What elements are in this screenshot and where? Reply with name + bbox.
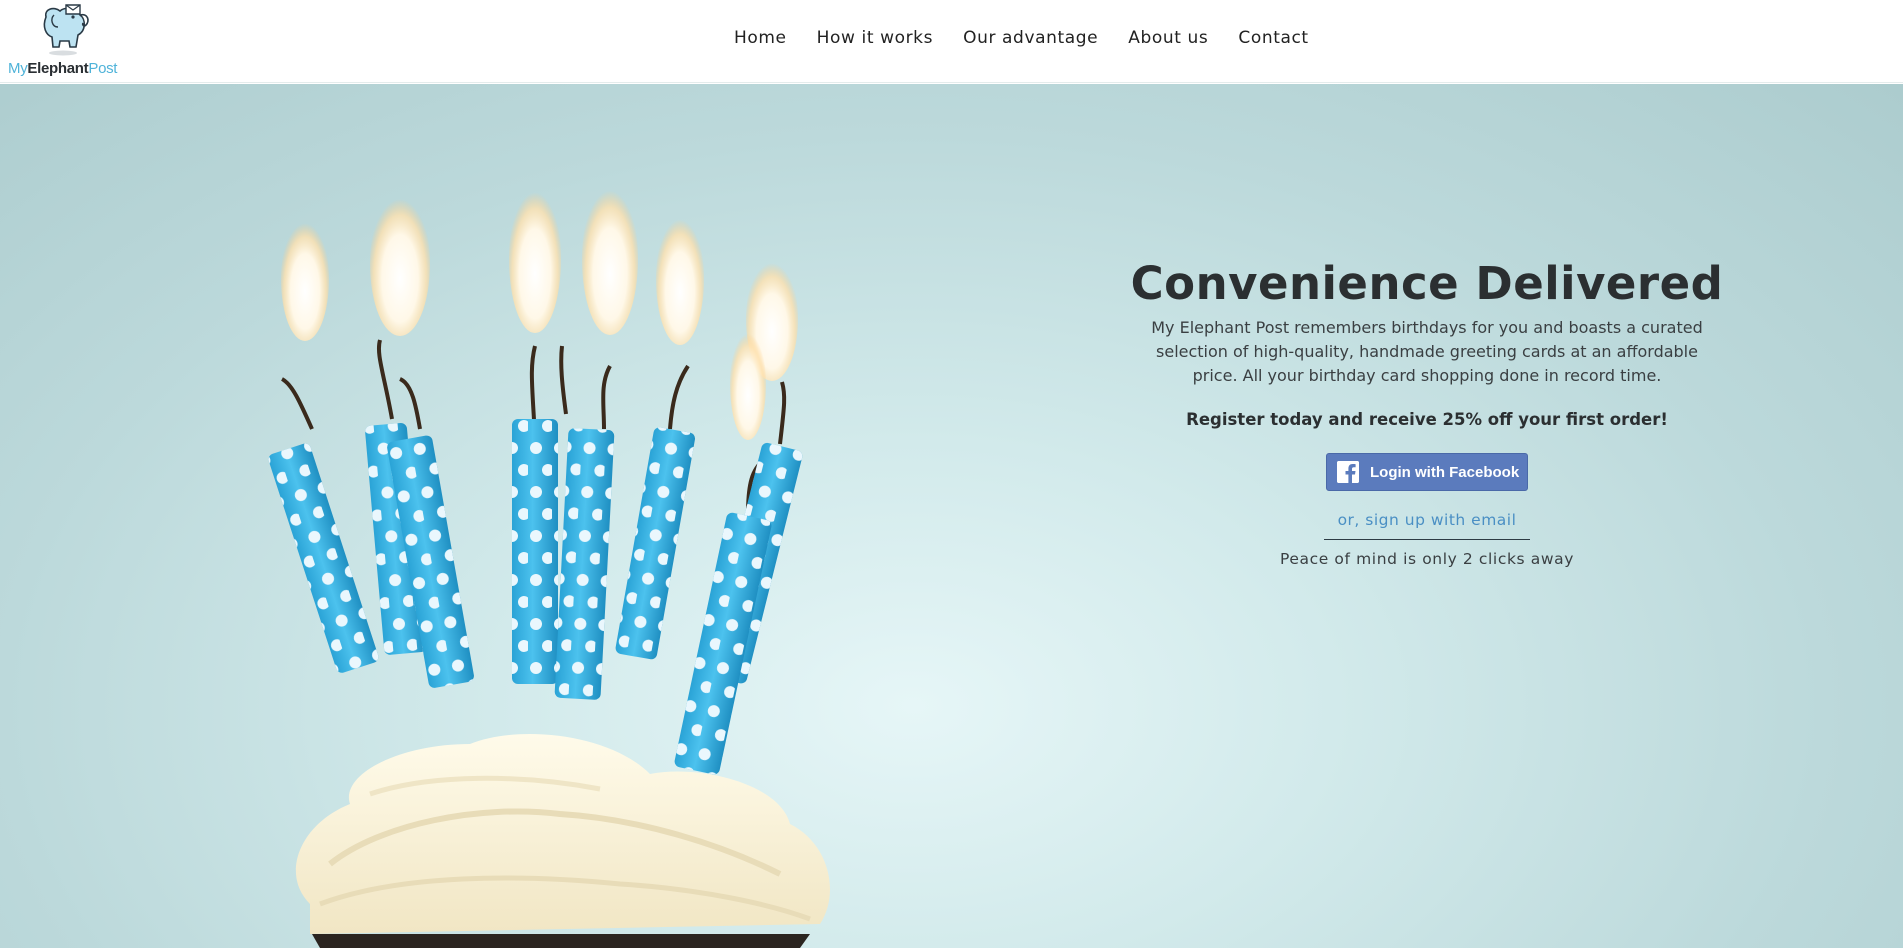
promo-text: Register today and receive 25% off your … bbox=[1186, 410, 1668, 429]
birthday-cupcake-image bbox=[268, 183, 830, 948]
login-with-facebook-button[interactable]: Login with Facebook bbox=[1326, 453, 1528, 491]
logo-word-my: My bbox=[8, 60, 28, 77]
hero-section: Convenience Delivered My Elephant Post r… bbox=[0, 84, 1903, 948]
facebook-button-label: Login with Facebook bbox=[1370, 463, 1520, 481]
sign-up-with-email-link[interactable]: or, sign up with email bbox=[1323, 511, 1531, 540]
main-nav: Home How it works Our advantage About us… bbox=[734, 28, 1339, 48]
logo-word-elephant: Elephant bbox=[27, 60, 89, 77]
nav-contact[interactable]: Contact bbox=[1238, 28, 1308, 48]
nav-how-it-works[interactable]: How it works bbox=[817, 28, 933, 48]
hero-headline: Convenience Delivered bbox=[1130, 257, 1724, 310]
logo-word-post: Post bbox=[88, 60, 118, 77]
nav-home[interactable]: Home bbox=[734, 28, 787, 48]
nav-about-us[interactable]: About us bbox=[1128, 28, 1208, 48]
brand-logo[interactable]: MyElephantPost bbox=[6, 3, 126, 79]
facebook-icon bbox=[1337, 461, 1359, 483]
hero-copy: Convenience Delivered My Elephant Post r… bbox=[1130, 256, 1724, 568]
top-navigation-bar: MyElephantPost Home How it works Our adv… bbox=[0, 0, 1903, 83]
nav-our-advantage[interactable]: Our advantage bbox=[963, 28, 1098, 48]
hero-description: My Elephant Post remembers birthdays for… bbox=[1151, 318, 1703, 385]
elephant-icon bbox=[43, 4, 89, 56]
logo-wordmark: MyElephantPost bbox=[8, 60, 117, 77]
hero-tagline: Peace of mind is only 2 clicks away bbox=[1280, 550, 1574, 568]
